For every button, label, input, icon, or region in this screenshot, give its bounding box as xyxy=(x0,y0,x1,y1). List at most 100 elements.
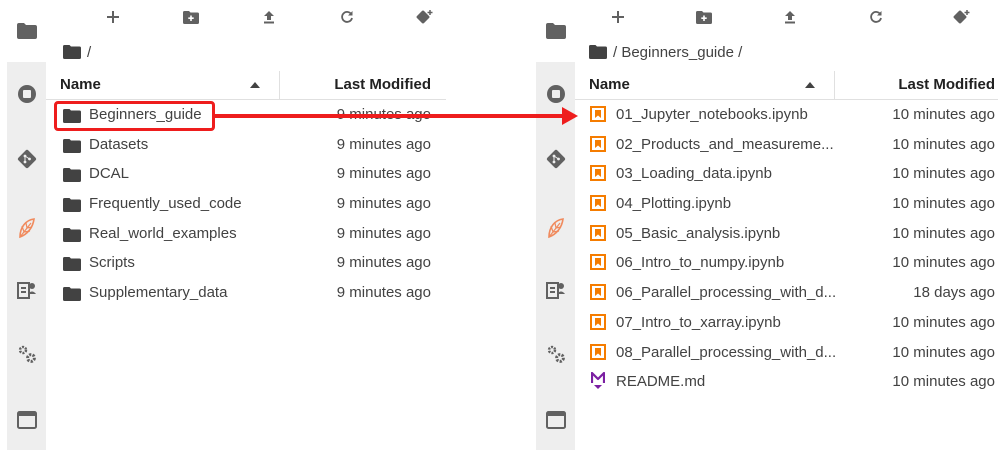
breadcrumb-path[interactable]: / xyxy=(87,44,91,61)
item-name: Real_world_examples xyxy=(89,224,237,242)
git-clone-button[interactable] xyxy=(919,4,998,30)
file-browser-tab[interactable] xyxy=(536,0,575,62)
list-item[interactable]: Real_world_examples 9 minutes ago xyxy=(46,220,446,250)
list-item[interactable]: Scripts 9 minutes ago xyxy=(46,249,446,279)
running-sessions-tab[interactable] xyxy=(7,76,46,112)
list-item[interactable]: 08_Parallel_processing_with_d... 10 minu… xyxy=(575,339,998,369)
item-name: 04_Plotting.ipynb xyxy=(616,195,732,213)
notebook-icon xyxy=(590,224,606,241)
new-folder-button[interactable] xyxy=(152,4,230,30)
file-browser-tab[interactable] xyxy=(7,0,46,62)
sort-ascending-icon[interactable] xyxy=(250,82,260,88)
file-browser: / Beginners_guide / Name Last Modified 0… xyxy=(575,0,998,450)
item-name: 01_Jupyter_notebooks.ipynb xyxy=(616,106,808,123)
tabs-tab[interactable] xyxy=(7,402,46,438)
item-modified: 9 minutes ago xyxy=(336,284,431,302)
plus-icon xyxy=(612,11,624,23)
refresh-button[interactable] xyxy=(308,4,386,30)
navigation-arrow-shaft xyxy=(215,114,565,118)
notebook-icon xyxy=(590,254,606,271)
git-clone-icon xyxy=(416,10,433,24)
item-modified: 10 minutes ago xyxy=(892,343,995,361)
git-icon xyxy=(17,149,36,169)
listing-header: Name Last Modified xyxy=(575,71,998,100)
notebook-icon xyxy=(590,106,606,122)
list-item[interactable]: 03_Loading_data.ipynb 10 minutes ago xyxy=(575,160,998,190)
upload-button[interactable] xyxy=(747,4,833,30)
list-item[interactable]: 05_Basic_analysis.ipynb 10 minutes ago xyxy=(575,220,998,250)
item-modified: 18 days ago xyxy=(913,284,995,302)
git-tab[interactable] xyxy=(536,141,575,177)
breadcrumb-path[interactable]: / Beginners_guide / xyxy=(613,44,742,61)
last-modified-column-header[interactable]: Last Modified xyxy=(334,76,431,93)
git-clone-button[interactable] xyxy=(386,4,464,30)
item-modified: 10 minutes ago xyxy=(892,165,995,183)
new-folder-button[interactable] xyxy=(661,4,747,30)
refresh-button[interactable] xyxy=(833,4,919,30)
list-item[interactable]: 06_Intro_to_numpy.ipynb 10 minutes ago xyxy=(575,249,998,279)
tabs-tab[interactable] xyxy=(536,402,575,438)
new-launcher-button[interactable] xyxy=(74,4,152,30)
window-icon xyxy=(545,411,566,429)
item-modified: 10 minutes ago xyxy=(892,135,995,153)
list-item[interactable]: 01_Jupyter_notebooks.ipynb 10 minutes ag… xyxy=(575,101,998,131)
leaf-icon xyxy=(547,218,564,239)
dea-extension-tab[interactable] xyxy=(536,210,575,246)
file-listing: 01_Jupyter_notebooks.ipynb 10 minutes ag… xyxy=(575,101,998,398)
item-name: README.md xyxy=(616,373,706,391)
file-listing: Beginners_guide 9 minutes ago Datasets 9… xyxy=(46,101,446,309)
markdown-icon xyxy=(591,372,605,390)
upload-icon xyxy=(264,11,274,24)
folder-icon[interactable] xyxy=(63,45,81,59)
refresh-icon xyxy=(341,11,353,23)
property-inspector-tab[interactable] xyxy=(536,272,575,308)
property-inspector-tab[interactable] xyxy=(7,272,46,308)
name-column-header[interactable]: Name xyxy=(589,76,630,93)
folder-icon xyxy=(16,23,37,39)
folder-icon[interactable] xyxy=(589,45,607,59)
folder-icon xyxy=(63,198,81,213)
upload-icon xyxy=(785,11,795,24)
listing-header: Name Last Modified xyxy=(46,71,446,100)
list-item[interactable]: README.md 10 minutes ago xyxy=(575,368,998,398)
item-modified: 10 minutes ago xyxy=(892,224,995,242)
sort-ascending-icon[interactable] xyxy=(805,82,815,88)
extension-manager-tab[interactable] xyxy=(7,336,46,372)
upload-button[interactable] xyxy=(230,4,308,30)
item-name: 06_Intro_to_numpy.ipynb xyxy=(616,254,785,272)
plus-icon xyxy=(107,11,119,23)
item-name: DCAL xyxy=(89,165,130,183)
refresh-icon xyxy=(870,11,882,23)
item-modified: 10 minutes ago xyxy=(892,313,995,331)
folder-icon xyxy=(63,138,81,153)
item-modified: 9 minutes ago xyxy=(336,224,431,242)
git-tab[interactable] xyxy=(7,141,46,177)
column-divider[interactable] xyxy=(834,71,835,100)
git-clone-icon xyxy=(953,10,970,24)
list-item[interactable]: Supplementary_data 9 minutes ago xyxy=(46,279,446,309)
selected-folder-highlight xyxy=(54,101,215,131)
list-item[interactable]: 04_Plotting.ipynb 10 minutes ago xyxy=(575,190,998,220)
folder-icon xyxy=(545,23,566,39)
notebook-icon xyxy=(590,284,606,301)
new-launcher-button[interactable] xyxy=(575,4,661,30)
new-folder-icon xyxy=(696,10,712,24)
list-item[interactable]: Frequently_used_code 9 minutes ago xyxy=(46,190,446,220)
extension-manager-tab[interactable] xyxy=(536,336,575,372)
list-item[interactable]: Datasets 9 minutes ago xyxy=(46,131,446,161)
list-item[interactable]: 07_Intro_to_xarray.ipynb 10 minutes ago xyxy=(575,309,998,339)
notebook-icon xyxy=(590,135,606,152)
list-item[interactable]: 06_Parallel_processing_with_d... 18 days… xyxy=(575,279,998,309)
notebook-icon xyxy=(590,195,606,212)
list-item[interactable]: 02_Products_and_measureme... 10 minutes … xyxy=(575,131,998,161)
notebook-icon xyxy=(590,165,606,182)
item-name: Supplementary_data xyxy=(89,284,228,302)
name-column-header[interactable]: Name xyxy=(60,76,101,93)
gears-icon xyxy=(547,345,565,363)
list-item[interactable]: DCAL 9 minutes ago xyxy=(46,160,446,190)
last-modified-column-header[interactable]: Last Modified xyxy=(898,76,995,93)
dea-extension-tab[interactable] xyxy=(7,210,46,246)
navigation-arrow-icon xyxy=(562,107,578,125)
column-divider[interactable] xyxy=(279,71,280,100)
window-icon xyxy=(16,411,37,429)
